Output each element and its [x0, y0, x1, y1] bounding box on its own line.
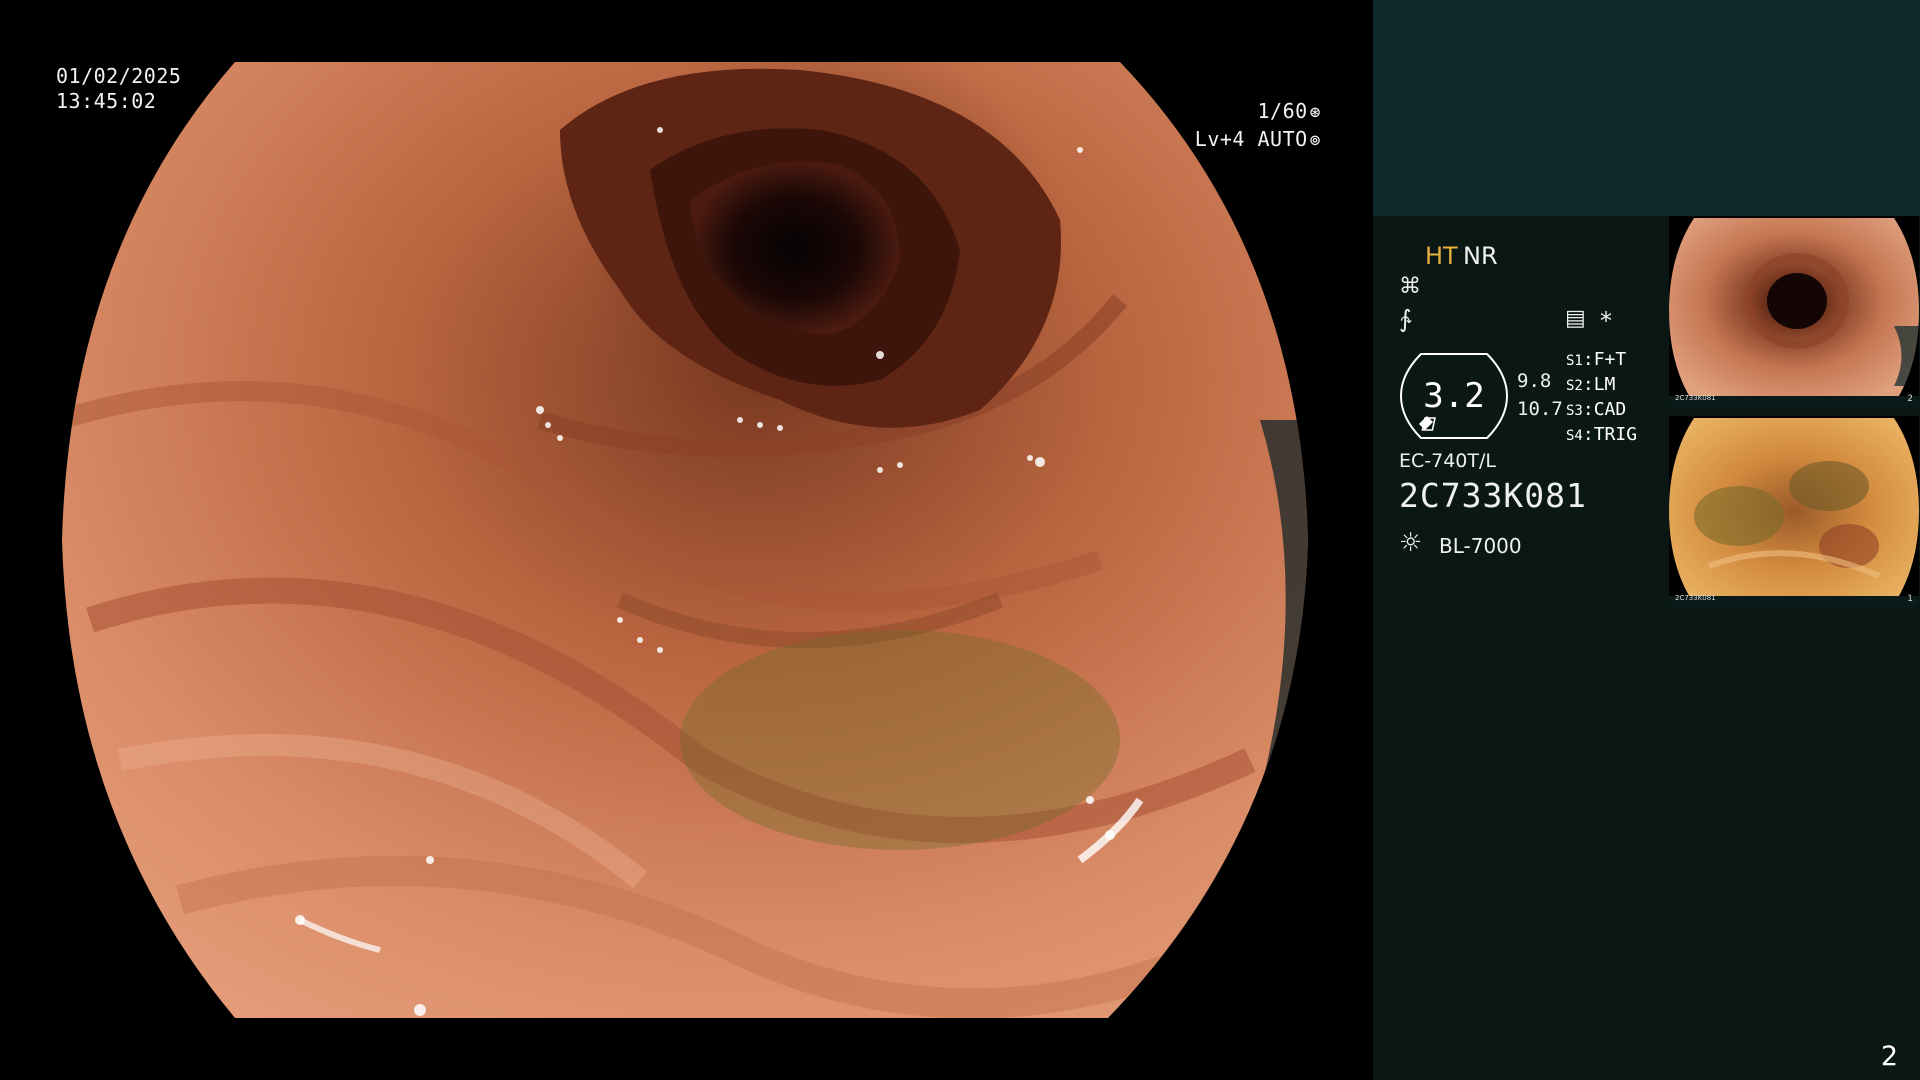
iris-readout: Lv+4 AUTO ⊚ — [1195, 127, 1321, 153]
measure-value-a: 9.8 — [1517, 370, 1552, 392]
time-readout: 13:45:02 — [56, 89, 157, 113]
color-mode-icon: ∱ — [1399, 305, 1412, 333]
switch-4: S4:TRIG — [1566, 424, 1638, 445]
switch-3: S3:CAD — [1566, 399, 1627, 420]
thumbnail-number: 2 — [1907, 394, 1913, 404]
light-source-model: BL-7000 — [1439, 534, 1522, 558]
switch-key: S2 — [1566, 378, 1583, 394]
date-readout: 01/02/2025 — [56, 64, 182, 88]
thumbnail-serial: 2C733K081 — [1675, 394, 1716, 402]
noise-reduction-mode: NR — [1463, 242, 1498, 270]
structure-enhance-icon: ⌘ — [1399, 274, 1421, 299]
page-number: 2 — [1880, 1041, 1898, 1072]
iris-value: Lv+4 AUTO — [1194, 127, 1308, 151]
iris-icon: ⊚ — [1309, 130, 1321, 151]
zoom-value: 3.2 — [1423, 376, 1485, 416]
switch-value: TRIG — [1593, 424, 1638, 445]
switch-1: S1:F+T — [1566, 349, 1627, 370]
panel-header-area — [1373, 0, 1920, 216]
switch-value: CAD — [1593, 399, 1627, 420]
menu-icon: ▤ — [1565, 306, 1586, 331]
enhancement-mode: HT — [1425, 242, 1458, 270]
switch-key: S1 — [1566, 353, 1583, 369]
thumbnail-image — [1669, 418, 1919, 606]
scope-model: EC-740T/L — [1399, 450, 1496, 472]
endoscopic-image — [62, 62, 1308, 1018]
measure-value-b: 10.7 — [1517, 398, 1563, 420]
asterisk-icon: * — [1600, 307, 1612, 335]
switch-key: S4 — [1566, 428, 1583, 444]
thumbnail-serial: 2C733K081 — [1675, 594, 1716, 602]
lamp-icon: ☼ — [1399, 528, 1423, 558]
scope-serial: 2C733K081 — [1399, 476, 1587, 515]
capture-thumbnail-1[interactable]: 2C733K081 2 — [1669, 216, 1919, 406]
switch-2: S2:LM — [1566, 374, 1616, 395]
shutter-value: 1/60 — [1257, 99, 1308, 123]
thumbnail-number: 1 — [1907, 594, 1913, 604]
thumbnail-image — [1669, 218, 1919, 406]
shutter-readout: 1/60 ⊛ — [1257, 99, 1321, 125]
switch-value: LM — [1593, 374, 1616, 395]
shutter-icon: ⊛ — [1309, 102, 1321, 123]
switch-value: F+T — [1593, 349, 1627, 370]
endoscope-view: 01/02/2025 13:45:02 1/60 ⊛ Lv+4 AUTO ⊚ — [0, 0, 1373, 1080]
switch-key: S3 — [1566, 403, 1583, 419]
capture-thumbnail-2[interactable]: 2C733K081 1 — [1669, 416, 1919, 606]
